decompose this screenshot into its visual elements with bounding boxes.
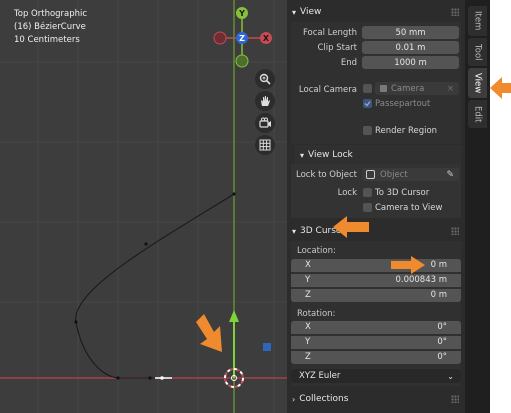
tab-tool[interactable]: Tool — [468, 38, 487, 66]
local-camera-label: Local Camera — [298, 85, 357, 95]
location-x-axis: X — [305, 260, 311, 270]
chevron-down-icon: ▾ — [292, 226, 297, 236]
collections-title: Collections — [299, 394, 349, 404]
outer-margin — [490, 0, 511, 413]
sidebar-tabs: Item Tool View Edit — [465, 0, 490, 413]
camera-icon — [380, 85, 387, 92]
camera-to-view-label: Camera to View — [375, 203, 443, 213]
tab-view-label: View — [472, 72, 483, 94]
chevron-down-icon: ▾ — [300, 150, 305, 160]
tab-edit[interactable]: Edit — [468, 100, 487, 128]
lock-to-3d-cursor-checkbox[interactable] — [363, 188, 372, 197]
camera-view-icon[interactable] — [255, 113, 275, 133]
lock-object-field[interactable]: Object ✎ — [362, 168, 459, 181]
tab-edit-label: Edit — [472, 105, 483, 123]
lock-label: Lock — [337, 188, 357, 198]
rotation-z-value: 0° — [437, 352, 447, 362]
location-z-field[interactable]: Z 0 m — [291, 289, 461, 302]
collections-header[interactable]: › Collections — [287, 389, 465, 409]
object-field-placeholder: Object — [380, 169, 408, 180]
view-mode-text: Top Orthographic — [14, 9, 88, 19]
tab-tool-label: Tool — [472, 43, 483, 61]
view-section-header[interactable]: ▾ View — [287, 2, 465, 22]
render-region-checkbox[interactable] — [363, 126, 372, 135]
gizmo-z-label: Z — [239, 34, 245, 43]
rotation-x-axis: X — [305, 322, 311, 332]
move-arrow-y — [229, 310, 239, 322]
object-icon — [366, 170, 375, 179]
rotation-label: Rotation: — [297, 309, 336, 319]
location-x-value: 0 m — [430, 260, 447, 270]
annotation-arrow-view-tab — [490, 77, 511, 99]
camera-field-placeholder: Camera — [391, 83, 425, 94]
rotation-y-field[interactable]: Y 0° — [291, 336, 461, 349]
chevron-down-icon: ▾ — [292, 7, 297, 17]
rotation-mode-value: XYZ Euler — [299, 371, 341, 381]
tab-view[interactable]: View — [468, 68, 487, 98]
chevron-right-icon: › — [292, 394, 296, 404]
viewport-info: Top Orthographic (16) BézierCurve 10 Cen… — [14, 8, 87, 47]
annotation-arrow-location-x — [391, 256, 425, 274]
location-y-axis: Y — [305, 275, 311, 285]
location-label: Location: — [297, 246, 336, 256]
perspective-grid-icon[interactable] — [255, 135, 275, 155]
focal-length-label: Focal Length — [302, 28, 357, 38]
rotation-x-value: 0° — [437, 322, 447, 332]
active-object-text: (16) BézierCurve — [14, 22, 86, 32]
navigation-gizmo[interactable]: Y Z X — [208, 6, 280, 70]
camera-to-view-checkbox[interactable] — [363, 203, 372, 212]
to-3d-cursor-label: To 3D Cursor — [375, 188, 430, 198]
location-x-field[interactable]: X 0 m — [291, 259, 461, 272]
clip-start-field[interactable]: 0.01 m — [362, 41, 459, 54]
rotation-y-value: 0° — [437, 337, 447, 347]
location-y-value: 0.000843 m — [395, 275, 447, 285]
annotation-arrow-cursor — [196, 314, 222, 352]
rotation-mode-dropdown[interactable]: XYZ Euler ⌄ — [291, 369, 461, 383]
passepartout-checkbox[interactable] — [363, 99, 372, 108]
rotation-z-field[interactable]: Z 0° — [291, 351, 461, 364]
camera-field[interactable]: Camera × — [375, 82, 459, 95]
location-z-axis: Z — [305, 290, 311, 300]
lock-to-object-label: Lock to Object — [295, 170, 357, 180]
drag-handle-icon[interactable] — [451, 8, 459, 16]
view-lock-header[interactable]: ▾ View Lock — [295, 145, 461, 165]
view-section-title: View — [300, 7, 322, 17]
sidebar-panel: ▾ View Focal Length 50 mm Clip Start 0.0… — [287, 0, 465, 413]
3d-cursor-header[interactable]: ▾ 3D Cursor — [287, 221, 465, 241]
local-camera-checkbox[interactable] — [363, 84, 372, 93]
view-lock-title: View Lock — [308, 150, 353, 160]
location-z-value: 0 m — [430, 290, 447, 300]
eyedropper-icon[interactable]: ✎ — [446, 170, 454, 180]
grid-scale-text: 10 Centimeters — [14, 35, 80, 45]
gizmo-x-label: X — [263, 34, 270, 43]
clip-end-label: End — [340, 58, 357, 68]
annotation-arrow-3d-cursor — [333, 216, 369, 238]
3d-viewport[interactable]: Top Orthographic (16) BézierCurve 10 Cen… — [0, 0, 287, 413]
rotation-x-field[interactable]: X 0° — [291, 321, 461, 334]
drag-handle-icon[interactable] — [451, 395, 459, 403]
focal-length-field[interactable]: 50 mm — [362, 26, 459, 39]
pan-hand-icon[interactable] — [255, 91, 275, 111]
clear-x-icon[interactable]: × — [447, 84, 454, 94]
gizmo-y-label: Y — [238, 9, 245, 18]
location-y-field[interactable]: Y 0.000843 m — [291, 274, 461, 287]
clip-start-label: Clip Start — [317, 43, 357, 53]
drag-handle-icon[interactable] — [451, 227, 459, 235]
tab-item-label: Item — [472, 11, 483, 31]
render-region-label: Render Region — [375, 126, 438, 136]
rotation-y-axis: Y — [305, 337, 311, 347]
passepartout-label: Passepartout — [375, 99, 431, 109]
chevron-down-icon: ⌄ — [447, 371, 454, 381]
tab-item[interactable]: Item — [468, 6, 487, 36]
rotation-z-axis: Z — [305, 352, 311, 362]
zoom-icon[interactable] — [255, 69, 275, 89]
clip-end-field[interactable]: 1000 m — [362, 56, 459, 69]
